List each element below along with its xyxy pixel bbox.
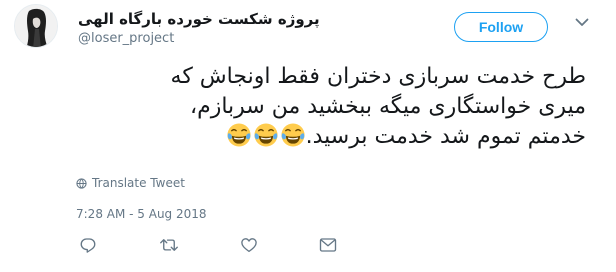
translate-tweet-label: Translate Tweet — [92, 176, 185, 190]
envelope-icon — [319, 238, 337, 252]
reply-button[interactable] — [78, 235, 98, 255]
follow-button[interactable]: Follow — [454, 12, 548, 42]
heart-icon — [241, 238, 257, 253]
retweet-icon — [160, 239, 178, 251]
face-with-tears-of-joy-icon — [227, 123, 251, 147]
retweet-button[interactable] — [159, 235, 179, 255]
tweet-text-line: طرح خدمت سربازی دختران فقط اونجاش که — [170, 64, 586, 89]
avatar-image — [15, 5, 57, 47]
face-with-tears-of-joy-icon — [254, 123, 278, 147]
direct-message-button[interactable] — [318, 235, 338, 255]
emoji-group — [225, 123, 306, 149]
more-options-button[interactable] — [572, 14, 592, 30]
avatar[interactable] — [14, 4, 58, 48]
tweet-card: پروژه شکست خورده بارگاه الهی @loser_proj… — [0, 0, 616, 272]
user-handle[interactable]: @loser_project — [78, 31, 174, 46]
tweet-text-line-content: خدمتم تموم شد خدمت برسید. — [305, 124, 586, 149]
face-with-tears-of-joy-icon — [281, 123, 305, 147]
translate-tweet-link[interactable]: Translate Tweet — [76, 176, 185, 190]
tweet-timestamp[interactable]: 7:28 AM - 5 Aug 2018 — [76, 207, 207, 221]
chevron-down-icon — [575, 18, 589, 26]
reply-icon — [80, 238, 96, 253]
tweet-text-line: میری خواستگاری میگه ببخشید من سربازم، — [189, 94, 586, 119]
globe-icon — [76, 177, 87, 189]
tweet-actions — [78, 235, 378, 255]
tweet-text-line: خدمتم تموم شد خدمت برسید. — [60, 122, 586, 152]
like-button[interactable] — [239, 235, 259, 255]
user-display-name[interactable]: پروژه شکست خورده بارگاه الهی — [78, 10, 320, 28]
tweet-text: طرح خدمت سربازی دختران فقط اونجاش که میر… — [60, 62, 586, 152]
